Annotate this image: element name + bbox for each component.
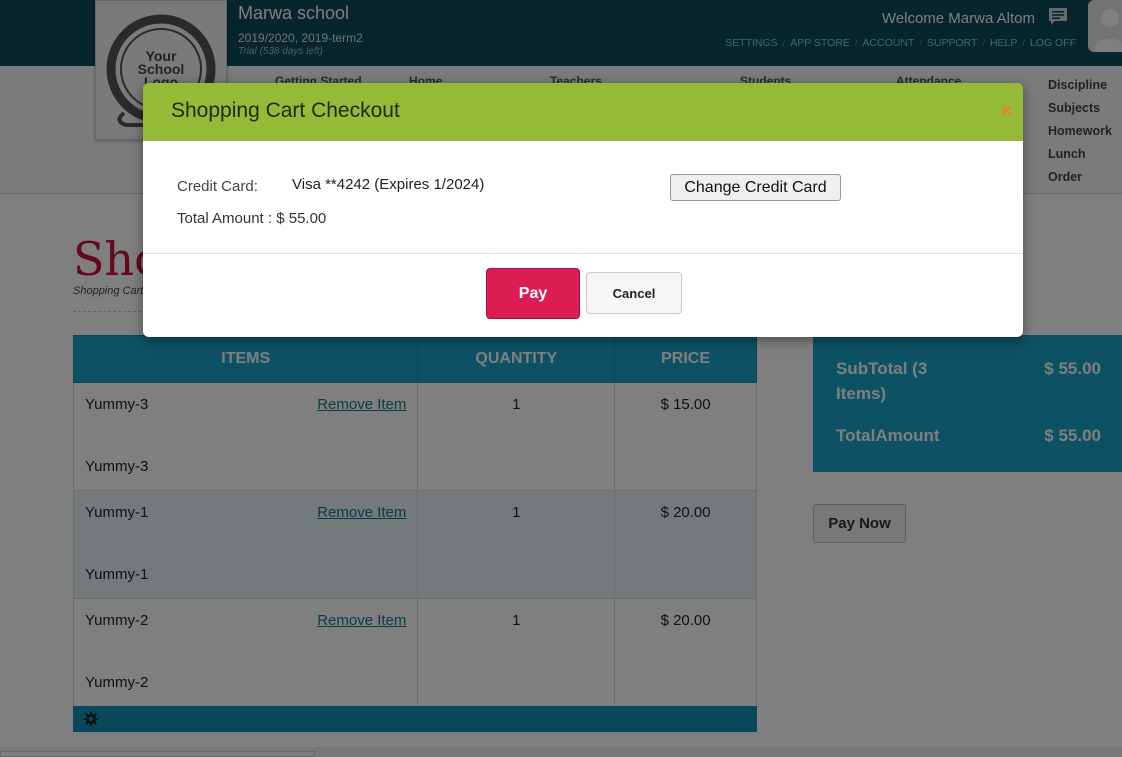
- modal-header: Shopping Cart Checkout ×: [143, 83, 1023, 141]
- pay-button[interactable]: Pay: [486, 268, 580, 319]
- credit-card-label: Credit Card:: [177, 178, 258, 195]
- credit-card-value: Visa **4242 (Expires 1/2024): [292, 176, 485, 193]
- total-amount: Total Amount : $ 55.00: [177, 210, 327, 227]
- modal-divider: [143, 253, 1023, 254]
- modal-title: Shopping Cart Checkout: [171, 99, 400, 122]
- change-credit-card-button[interactable]: Change Credit Card: [670, 174, 841, 201]
- cancel-button[interactable]: Cancel: [586, 272, 682, 314]
- close-icon[interactable]: ×: [1001, 102, 1012, 122]
- checkout-modal: Shopping Cart Checkout × Credit Card: Vi…: [143, 83, 1023, 337]
